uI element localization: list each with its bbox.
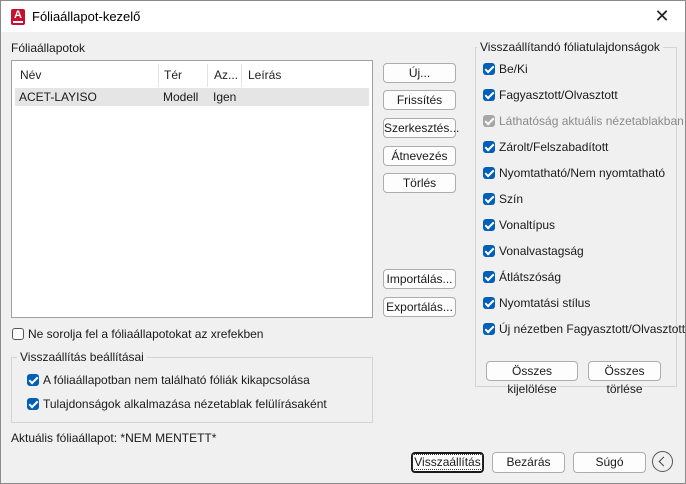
- select-all-button[interactable]: Összes kijelölése: [486, 361, 578, 396]
- apply-overrides-label: Tulajdonságok alkalmazása nézetablak fel…: [43, 397, 327, 411]
- row-space: Modell: [163, 90, 199, 104]
- prop-lineweight-checkbox[interactable]: [483, 245, 495, 257]
- delete-button[interactable]: Törlés: [383, 173, 456, 193]
- layer-states-list[interactable]: Név Tér Az... Leírás ACET-LAYISO Modell …: [11, 60, 373, 318]
- xref-checkbox[interactable]: [12, 328, 24, 340]
- column-header-name[interactable]: Név: [14, 64, 159, 87]
- current-state-value: *NEM MENTETT*: [120, 431, 217, 445]
- table-row[interactable]: ACET-LAYISO Modell Igen: [15, 88, 369, 106]
- export-button[interactable]: Exportálás...: [383, 297, 456, 317]
- column-header-space[interactable]: Tér: [158, 64, 208, 87]
- help-button[interactable]: Súgó: [573, 452, 646, 473]
- edit-button[interactable]: Szerkesztés...: [383, 118, 459, 138]
- restore-options-title: Visszaállítás beállításai: [17, 350, 147, 364]
- prop-frozen-checkbox[interactable]: [483, 89, 495, 101]
- close-icon[interactable]: ✕: [639, 1, 685, 32]
- restore-button[interactable]: Visszaállítás: [411, 452, 484, 473]
- prop-plotstyle-checkbox[interactable]: [483, 297, 495, 309]
- prop-on-off-label: Be/Ki: [499, 62, 528, 76]
- import-button[interactable]: Importálás...: [383, 269, 456, 289]
- prop-visibility-label: Láthatóság aktuális nézetablakban: [499, 114, 684, 128]
- apply-overrides-checkbox[interactable]: [27, 398, 39, 410]
- autocad-app-icon: A: [11, 9, 25, 25]
- restore-button-label: Visszaállítás: [412, 454, 483, 470]
- restore-options-group: [11, 357, 373, 423]
- prop-locked-checkbox[interactable]: [483, 141, 495, 153]
- prop-color-label: Szín: [499, 192, 524, 206]
- current-state-prefix: Aktuális fóliaállapot:: [11, 431, 118, 445]
- prop-plottable-label: Nyomtatható/Nem nyomtatható: [499, 166, 666, 180]
- xref-checkbox-label: Ne sorolja fel a fóliaállapotokat az xre…: [28, 327, 264, 341]
- prop-frozen-label: Fagyasztott/Olvasztott: [499, 88, 618, 102]
- title-bar: A Fóliaállapot-kezelő ✕: [1, 1, 685, 32]
- prop-color-checkbox[interactable]: [483, 193, 495, 205]
- row-name: ACET-LAYISO: [19, 90, 97, 104]
- new-button[interactable]: Új...: [383, 63, 456, 83]
- column-header-description[interactable]: Leírás: [242, 64, 370, 87]
- turn-off-layers-checkbox[interactable]: [27, 374, 39, 386]
- prop-locked-label: Zárolt/Felszabadított: [499, 140, 609, 154]
- row-same: Igen: [213, 90, 237, 104]
- layer-states-manager-dialog: A Fóliaállapot-kezelő ✕ Fóliaállapotok N…: [0, 0, 686, 484]
- properties-title: Visszaállítandó fóliatulajdonságok: [477, 40, 663, 54]
- layer-states-label: Fóliaállapotok: [11, 41, 86, 55]
- clear-all-button[interactable]: Összes törlése: [588, 361, 661, 396]
- prop-lineweight-label: Vonalvastagság: [499, 244, 584, 258]
- update-button[interactable]: Frissítés: [383, 90, 456, 110]
- prop-transparency-label: Átlátszóság: [499, 270, 562, 284]
- prop-transparency-checkbox[interactable]: [483, 271, 495, 283]
- prop-newvp-frozen-checkbox[interactable]: [483, 323, 495, 335]
- prop-linetype-checkbox[interactable]: [483, 219, 495, 231]
- prop-newvp-frozen-label: Új nézetben Fagyasztott/Olvasztott: [499, 322, 686, 336]
- current-state-label: Aktuális fóliaállapot: *NEM MENTETT*: [11, 431, 216, 445]
- prop-linetype-label: Vonaltípus: [499, 218, 556, 232]
- list-header: Név Tér Az... Leírás: [12, 64, 372, 87]
- rename-button[interactable]: Átnevezés: [383, 146, 456, 166]
- prop-plottable-checkbox[interactable]: [483, 167, 495, 179]
- turn-off-layers-label: A fóliaállapotban nem található fóliák k…: [43, 373, 310, 387]
- prop-plotstyle-label: Nyomtatási stílus: [499, 296, 591, 310]
- prop-visibility-checkbox: [483, 115, 495, 127]
- window-title: Fóliaállapot-kezelő: [32, 9, 141, 24]
- column-header-same[interactable]: Az...: [208, 64, 242, 87]
- chevron-left-circle-icon[interactable]: [652, 451, 673, 472]
- prop-on-off-checkbox[interactable]: [483, 63, 495, 75]
- close-button[interactable]: Bezárás: [492, 452, 565, 473]
